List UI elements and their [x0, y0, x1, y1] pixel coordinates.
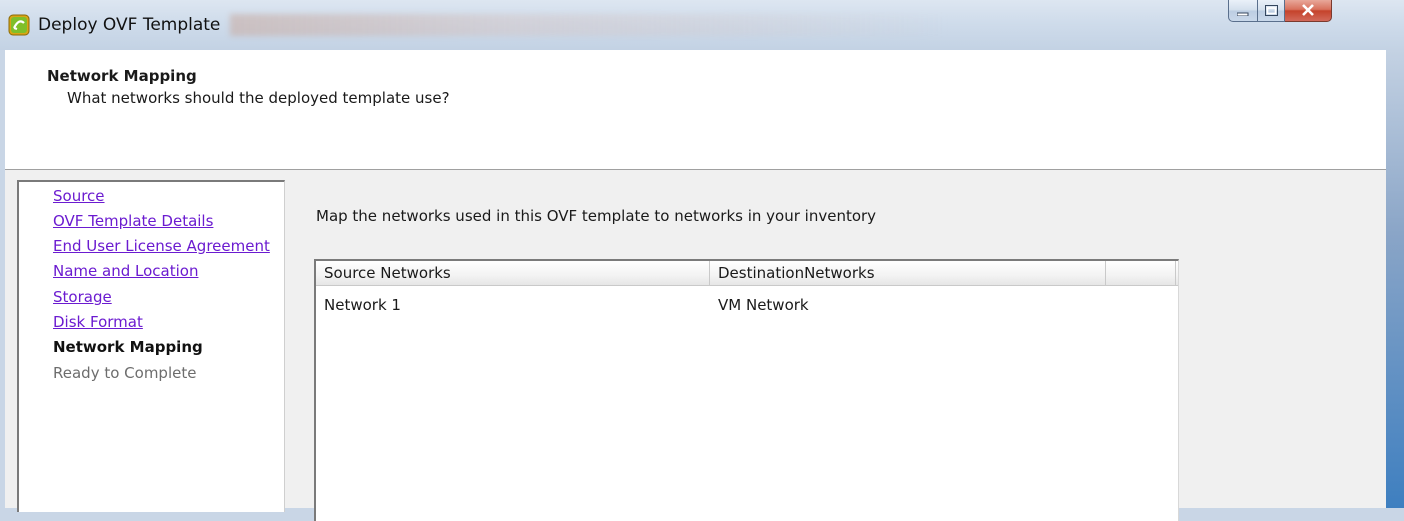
source-network-cell: Network 1 — [324, 296, 401, 314]
wizard-content: Source OVF Template Details End User Lic… — [5, 170, 1386, 521]
nav-step-storage[interactable]: Storage — [53, 287, 112, 307]
maximize-icon — [1264, 2, 1278, 20]
page-title: Network Mapping — [47, 67, 197, 85]
window-right-border — [1386, 50, 1404, 508]
maximize-button[interactable] — [1258, 0, 1285, 22]
nav-step-network-mapping: Network Mapping — [53, 338, 203, 356]
window-controls — [1228, 0, 1332, 22]
vsphere-app-icon — [8, 14, 30, 36]
window-titlebar[interactable]: Deploy OVF Template — [0, 0, 1404, 50]
window-title: Deploy OVF Template — [38, 14, 229, 36]
nav-step-ready-to-complete: Ready to Complete — [53, 364, 197, 382]
page-subtitle: What networks should the deployed templa… — [67, 89, 450, 107]
nav-step-ovf-template-details[interactable]: OVF Template Details — [53, 211, 213, 231]
network-mapping-table: Source Networks DestinationNetworks Netw… — [314, 259, 1179, 521]
wizard-header: Network Mapping What networks should the… — [5, 50, 1386, 170]
close-icon — [1301, 2, 1315, 20]
nav-step-source[interactable]: Source — [53, 186, 105, 206]
instructions-text: Map the networks used in this OVF templa… — [316, 207, 877, 225]
column-header-filler — [1106, 261, 1176, 285]
column-header-destination-networks[interactable]: DestinationNetworks — [710, 261, 1106, 285]
minimize-icon — [1236, 2, 1249, 20]
nav-step-name-and-location[interactable]: Name and Location — [53, 261, 198, 281]
titlebar-background-blur — [230, 14, 950, 36]
destination-network-cell[interactable]: VM Network — [710, 293, 1106, 317]
minimize-button[interactable] — [1228, 0, 1258, 22]
nav-step-eula[interactable]: End User License Agreement — [53, 236, 270, 256]
table-header: Source Networks DestinationNetworks — [316, 261, 1178, 286]
nav-step-disk-format[interactable]: Disk Format — [53, 312, 143, 332]
column-header-source-networks[interactable]: Source Networks — [316, 261, 710, 285]
table-row[interactable]: Network 1 VM Network — [316, 293, 1178, 317]
close-button[interactable] — [1285, 0, 1332, 22]
wizard-steps-nav: Source OVF Template Details End User Lic… — [17, 180, 285, 512]
